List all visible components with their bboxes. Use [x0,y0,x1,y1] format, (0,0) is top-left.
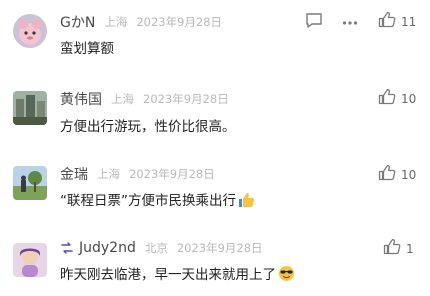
timestamp: 2023年9月28日 [176,241,263,255]
comment-item: 金瑞 上海 2023年9月28日 “联程日票”方便市民换乘出行 10 [0,164,430,234]
location: 北京 [144,241,168,255]
username[interactable]: GかN [60,12,95,32]
comment-text: 蛮划算额 [60,41,114,57]
user-avatar[interactable] [13,14,47,48]
thumbs-up-icon [378,88,396,109]
thumbs-up-icon [378,11,396,32]
comment-header: GかN 上海 2023年9月28日 [60,12,222,32]
comment-header: 金瑞 上海 2023年9月28日 [60,164,215,184]
comment-text: “联程日票”方便市民换乘出行 [60,193,236,209]
user-avatar[interactable] [13,166,47,200]
timestamp: 2023年9月28日 [129,167,215,181]
more-dots-icon[interactable] [342,14,358,33]
like-count: 1 [406,241,414,256]
like-button[interactable]: 10 [378,88,416,109]
like-count: 11 [401,14,417,29]
comment-body: 昨天刚去临港，早一天出来就用上了 [60,263,295,283]
comment-header: Judy2nd 北京 2023年9月28日 [60,240,263,256]
location: 上海 [104,15,128,29]
comment-body: “联程日票”方便市民换乘出行 [60,189,255,209]
username[interactable]: Judy2nd [79,240,136,256]
timestamp: 2023年9月28日 [136,15,223,29]
comment-bubble-icon[interactable] [305,12,323,33]
thumbs-up-icon [378,164,396,185]
comment-item: 黄伟国 上海 2023年9月28日 方便出行游玩，性价比很高。 10 [0,85,430,155]
username[interactable]: 金瑞 [60,164,88,184]
like-button[interactable]: 10 [378,164,416,185]
comment-text: 方便出行游玩，性价比很高。 [60,119,236,135]
comment-header: 黄伟国 上海 2023年9月28日 [60,89,229,109]
user-avatar[interactable] [13,91,47,125]
like-button[interactable]: 11 [378,11,416,32]
like-button[interactable]: 1 [383,238,414,259]
thumbs-up-emoji [238,191,255,208]
member-badge-icon [60,241,74,255]
location: 上海 [111,92,134,106]
comment-item: Judy2nd 北京 2023年9月28日 昨天刚去临港，早一天出来就用上了 1 [0,238,430,296]
comment-text: 昨天刚去临港，早一天出来就用上了 [60,267,276,283]
like-count: 10 [401,91,417,106]
sunglasses-emoji [278,265,295,282]
username[interactable]: 黄伟国 [60,89,102,109]
timestamp: 2023年9月28日 [143,92,229,106]
location: 上海 [97,167,120,181]
like-count: 10 [401,167,417,182]
comment-item: GかN 上海 2023年9月28日 蛮划算额 11 [0,0,430,70]
thumbs-up-icon [383,238,401,259]
user-avatar[interactable] [13,243,47,277]
